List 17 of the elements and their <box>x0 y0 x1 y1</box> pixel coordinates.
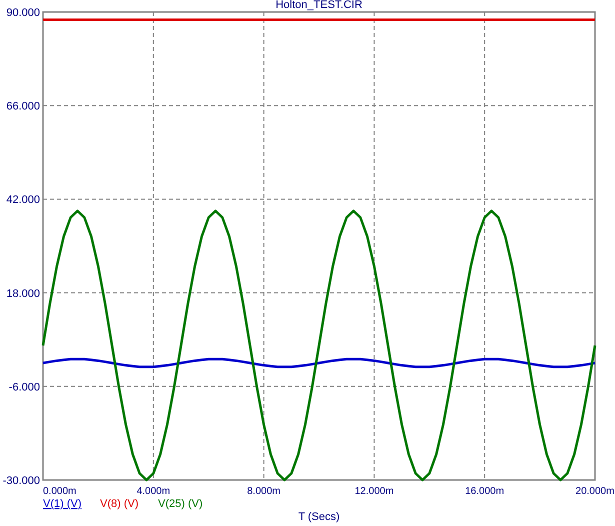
legend-label[interactable]: V(1) (V) <box>43 498 82 510</box>
x-tick-label: 20.000m <box>576 486 614 497</box>
legend-label[interactable]: V(25) (V) <box>158 498 203 510</box>
x-tick-label: 16.000m <box>465 486 504 497</box>
y-tick-label: -30.000 <box>2 475 40 487</box>
y-tick-label: 66.000 <box>6 100 40 113</box>
x-tick-label: 0.000m <box>43 486 76 497</box>
y-tick-label: 90.000 <box>6 7 40 19</box>
y-tick-label: 18.000 <box>6 288 40 300</box>
legend-label[interactable]: V(8) (V) <box>100 498 138 510</box>
y-tick-label: 42.000 <box>6 194 40 206</box>
x-axis-label: T (Secs) <box>298 511 340 523</box>
x-tick-label: 12.000m <box>354 486 394 497</box>
chart-title: Holton_TEST.CIR <box>276 0 362 11</box>
y-tick-label: -6.000 <box>8 381 40 394</box>
x-tick-label: 8.000m <box>247 486 280 497</box>
x-tick-label: 4.000m <box>136 486 170 497</box>
